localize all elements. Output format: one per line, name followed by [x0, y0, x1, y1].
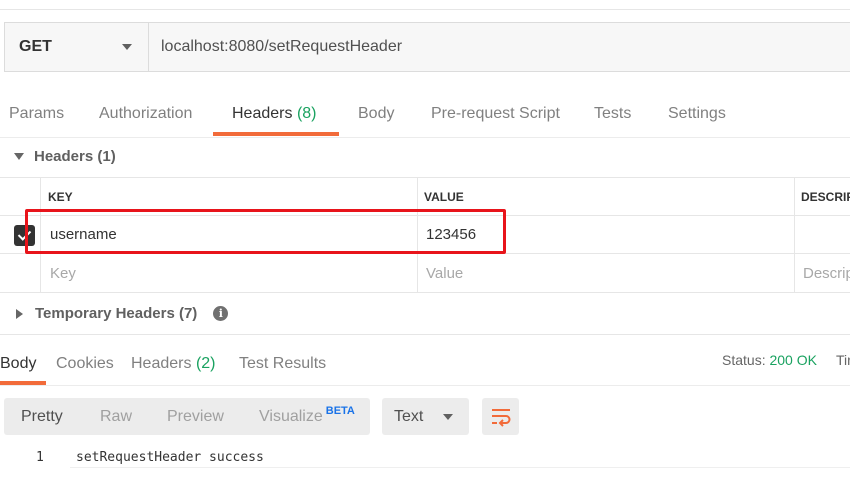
new-description-input[interactable]: Descrip — [803, 254, 850, 292]
status-value: 200 OK — [769, 352, 817, 368]
tab-response-headers-count: (2) — [195, 355, 216, 372]
response-body-text: setRequestHeader success — [76, 450, 264, 465]
method-label: GET — [19, 38, 52, 55]
tab-tests[interactable]: Tests — [594, 105, 631, 123]
response-time-label: Tir — [836, 352, 850, 368]
section-divider — [0, 334, 850, 335]
header-value-input[interactable]: 123456 — [426, 216, 476, 253]
tab-headers[interactable]: Headers (8) — [232, 105, 317, 123]
new-value-input[interactable]: Value — [426, 254, 463, 292]
tab-test-results[interactable]: Test Results — [239, 355, 326, 373]
view-visualize-button[interactable]: Visualize BETA — [259, 405, 355, 426]
wrap-lines-button[interactable] — [482, 398, 519, 435]
caret-down-icon — [14, 153, 24, 160]
view-raw-button[interactable]: Raw — [100, 408, 132, 426]
new-key-input[interactable]: Key — [50, 254, 76, 292]
temporary-headers-toggle[interactable]: Temporary Headers (7) i — [16, 305, 229, 322]
table-header-row: KEY VALUE DESCRIP — [0, 177, 850, 216]
view-pretty-button[interactable]: Pretty — [21, 408, 63, 426]
url-input[interactable]: localhost:8080/setRequestHeader — [149, 23, 850, 71]
tab-response-headers-label: Headers — [131, 355, 192, 372]
response-body-line: 1 setRequestHeader success — [0, 450, 850, 468]
table-row: username 123456 — [0, 216, 850, 254]
headers-section-count: (1) — [97, 148, 116, 165]
tab-body[interactable]: Body — [358, 105, 394, 123]
info-icon[interactable]: i — [213, 306, 229, 321]
line-number: 1 — [36, 450, 44, 465]
headers-section-title: Headers — [34, 148, 94, 165]
view-preview-button[interactable]: Preview — [167, 408, 224, 426]
tab-response-body[interactable]: Body — [0, 355, 36, 373]
tab-response-headers[interactable]: Headers (2) — [131, 355, 216, 373]
response-format-label: Text — [394, 407, 424, 425]
request-url-bar: GET localhost:8080/setRequestHeader — [4, 22, 850, 72]
column-value-header: VALUE — [424, 189, 464, 204]
response-format-select[interactable]: Text — [382, 398, 469, 435]
beta-badge: BETA — [325, 405, 355, 417]
tab-headers-count: (8) — [296, 105, 317, 122]
column-key-header: KEY — [48, 189, 73, 204]
response-view-mode-group: Pretty Raw Preview Visualize BETA — [4, 398, 370, 435]
tab-params[interactable]: Params — [9, 105, 64, 123]
header-key-input[interactable]: username — [50, 216, 117, 253]
headers-section-toggle[interactable]: Headers (1) — [14, 148, 116, 165]
header-enabled-checkbox[interactable] — [14, 225, 35, 246]
chevron-down-icon — [122, 44, 132, 50]
response-status: Status: 200 OK — [722, 352, 817, 368]
status-label: Status: — [722, 352, 766, 368]
tab-headers-label: Headers — [232, 105, 293, 122]
caret-right-icon — [16, 308, 23, 319]
response-tabs: Body Cookies Headers (2) Test Results St… — [0, 340, 850, 386]
method-select[interactable]: GET — [5, 23, 149, 71]
wrap-lines-icon — [491, 408, 510, 427]
tab-authorization[interactable]: Authorization — [99, 105, 192, 123]
request-tabs: Params Authorization Headers (8) Body Pr… — [0, 94, 850, 138]
table-row-new: Key Value Descrip — [0, 254, 850, 293]
chevron-down-icon — [443, 413, 453, 420]
visualize-label: Visualize — [259, 408, 323, 425]
tab-settings[interactable]: Settings — [668, 105, 726, 123]
tab-prerequest-script[interactable]: Pre-request Script — [431, 105, 560, 123]
temporary-headers-count: (7) — [178, 305, 198, 322]
active-tab-indicator — [213, 132, 339, 136]
column-description-header: DESCRIP — [801, 189, 850, 204]
url-text: localhost:8080/setRequestHeader — [161, 38, 403, 55]
top-toolbar-edge — [0, 0, 850, 10]
tab-response-cookies[interactable]: Cookies — [56, 355, 114, 373]
active-response-tab-indicator — [0, 381, 46, 385]
temporary-headers-title: Temporary Headers — [35, 305, 175, 322]
